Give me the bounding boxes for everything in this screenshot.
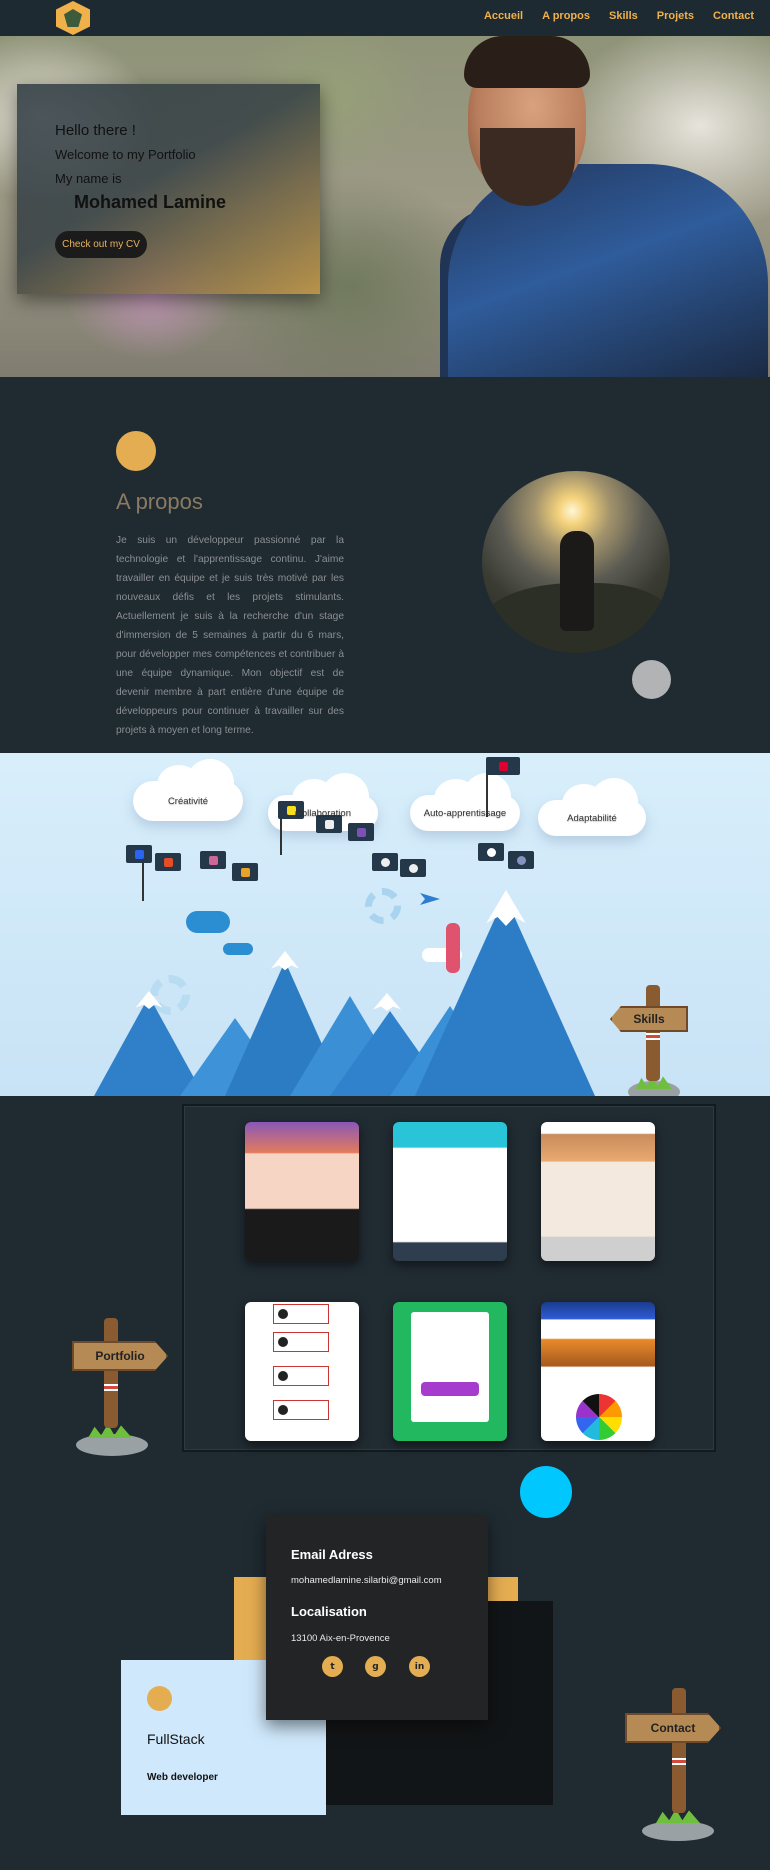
about-title: A propos bbox=[116, 489, 203, 514]
name-intro: My name is bbox=[55, 171, 122, 186]
about-text: Je suis un développeur passionné par la … bbox=[116, 535, 344, 736]
mountain bbox=[415, 896, 595, 1096]
projects-grid bbox=[182, 1104, 716, 1452]
nav-link-a-propos[interactable]: A propos bbox=[542, 10, 590, 22]
location-value: 13100 Aix-en-Provence bbox=[291, 1633, 390, 1644]
navbar: Accueil A propos Skills Projets Contact bbox=[0, 0, 770, 36]
php-icon bbox=[508, 851, 534, 869]
email-value[interactable]: mohamedlamine.silarbi@gmail.com bbox=[291, 1575, 442, 1586]
hero-portrait bbox=[440, 36, 770, 377]
email-label: Email Adress bbox=[291, 1547, 373, 1562]
signpost bbox=[104, 1318, 118, 1428]
soft-skill-label: Adaptabilité bbox=[567, 812, 617, 824]
contact-section: FullStack Web developer Email Adress moh… bbox=[0, 1466, 770, 1870]
nav-link-accueil[interactable]: Accueil bbox=[484, 10, 523, 22]
location-label: Localisation bbox=[291, 1604, 367, 1619]
rock bbox=[642, 1821, 714, 1841]
nav-link-skills[interactable]: Skills bbox=[609, 10, 638, 22]
soft-skill-label: Auto-apprentissage bbox=[423, 807, 507, 819]
project-3-thumbnail[interactable] bbox=[541, 1122, 655, 1261]
portfolio-sign[interactable]: Portfolio bbox=[72, 1341, 168, 1371]
soft-skill-cloud: Adaptabilité bbox=[538, 778, 646, 836]
contact-sign[interactable]: Contact bbox=[625, 1713, 721, 1743]
html-icon bbox=[155, 853, 181, 871]
soft-skill-label: Créativité bbox=[167, 795, 209, 807]
portfolio-section: Portfolio bbox=[0, 1096, 770, 1483]
nav-link-projets[interactable]: Projets bbox=[657, 10, 694, 22]
twitter-icon[interactable]: t bbox=[322, 1656, 343, 1677]
paper-plane-icon bbox=[420, 893, 440, 905]
sass-icon bbox=[200, 851, 226, 869]
skills-sign[interactable]: Skills bbox=[610, 1006, 688, 1032]
storm-cloud-icon bbox=[186, 911, 230, 933]
greeting: Hello there ! bbox=[55, 122, 136, 139]
photoshop-icon bbox=[232, 863, 258, 881]
project-4-thumbnail[interactable] bbox=[245, 1302, 359, 1441]
project-6-thumbnail[interactable] bbox=[541, 1302, 655, 1441]
gear-icon bbox=[365, 888, 401, 924]
decor-circle bbox=[632, 660, 671, 699]
project-2-thumbnail[interactable] bbox=[393, 1122, 507, 1261]
intro-box: Hello there ! Welcome to my Portfolio My… bbox=[17, 84, 320, 294]
climber-figure bbox=[446, 923, 460, 973]
react-icon bbox=[372, 853, 398, 871]
soft-skill-cloud: Créativité bbox=[133, 759, 243, 821]
project-5-thumbnail[interactable] bbox=[393, 1302, 507, 1441]
contact-card: Email Adress mohamedlamine.silarbi@gmail… bbox=[266, 1516, 488, 1720]
hero-section: Hello there ! Welcome to my Portfolio My… bbox=[0, 36, 770, 377]
about-photo bbox=[482, 471, 670, 653]
about-section: A propos Je suis un développeur passionn… bbox=[0, 377, 770, 753]
logo-icon[interactable] bbox=[56, 1, 90, 35]
soft-skill-label: Collaboration bbox=[295, 807, 351, 819]
cloud-icon bbox=[223, 943, 253, 955]
cv-button[interactable]: Check out my CV bbox=[55, 231, 147, 258]
decor-circle bbox=[147, 1686, 172, 1711]
page: Accueil A propos Skills Projets Contact … bbox=[0, 0, 770, 1870]
welcome-text: Welcome to my Portfolio bbox=[55, 147, 196, 162]
signpost bbox=[646, 985, 660, 1081]
wordpress-icon bbox=[400, 859, 426, 877]
role-text: Web developer bbox=[147, 1772, 218, 1783]
decor-circle bbox=[116, 431, 156, 471]
owner-name: Mohamed Lamine bbox=[74, 192, 227, 212]
soft-skill-cloud: Auto-apprentissage bbox=[410, 773, 520, 831]
decor-circle bbox=[520, 1466, 572, 1518]
nav-link-contact[interactable]: Contact bbox=[713, 10, 754, 22]
linkedin-icon[interactable]: in bbox=[409, 1656, 430, 1677]
signpost bbox=[672, 1688, 686, 1813]
nav-links: Accueil A propos Skills Projets Contact bbox=[484, 10, 754, 22]
css-icon bbox=[126, 845, 152, 863]
project-1-thumbnail[interactable] bbox=[245, 1122, 359, 1261]
mountain bbox=[94, 996, 204, 1096]
bootstrap-icon bbox=[348, 823, 374, 841]
angular-icon bbox=[486, 757, 520, 775]
fullstack-title: FullStack bbox=[147, 1731, 205, 1747]
github-icon[interactable]: g bbox=[365, 1656, 386, 1677]
nextjs-icon bbox=[478, 843, 504, 861]
skills-section: Créativité Collaboration Auto-apprentiss… bbox=[0, 753, 770, 1096]
